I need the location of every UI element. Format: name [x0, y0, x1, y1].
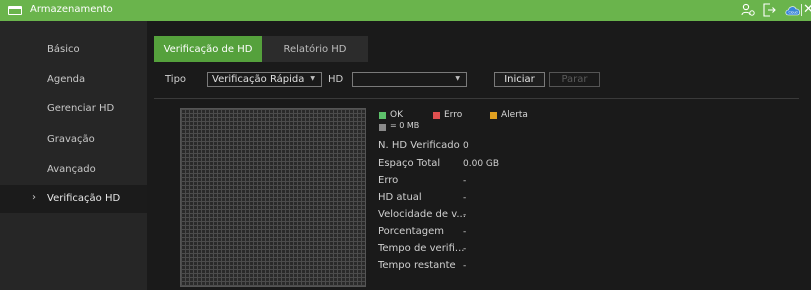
info-label: HD atual	[378, 192, 422, 203]
sidebar-item-label: Gravação	[47, 134, 95, 145]
hd-select[interactable]: ▼	[352, 72, 467, 87]
cloud-icon[interactable]: Cloud	[785, 4, 801, 16]
sidebar-item-label: Verificação HD	[47, 193, 121, 204]
title-separator	[801, 4, 802, 16]
chevron-down-icon: ▼	[310, 75, 315, 82]
user-settings-icon[interactable]	[741, 3, 755, 17]
sidebar: Básico Agenda Gerenciar HD Gravação Avan…	[0, 21, 147, 290]
start-button[interactable]: Iniciar	[494, 72, 545, 87]
window-title: Armazenamento	[30, 4, 113, 15]
legend-alert-label: Alerta	[501, 110, 528, 120]
chevron-down-icon: ▼	[455, 75, 460, 82]
ok-swatch	[379, 112, 386, 119]
info-label: Erro	[378, 175, 399, 186]
tab-label: Verificação de HD	[163, 44, 253, 55]
info-value: -	[463, 176, 467, 186]
sidebar-item-gravacao[interactable]: Gravação	[0, 126, 147, 154]
sidebar-item-gerenciar-hd[interactable]: Gerenciar HD	[0, 95, 147, 123]
sidebar-item-label: Avançado	[47, 164, 96, 175]
info-label: Tempo de verifi...	[378, 243, 465, 254]
tab-verificacao-de-hd[interactable]: Verificação de HD	[154, 36, 262, 62]
sidebar-item-label: Básico	[47, 44, 80, 55]
hd-label: HD	[328, 74, 344, 85]
info-label: Espaço Total	[378, 158, 441, 169]
sidebar-item-avancado[interactable]: Avançado	[0, 156, 147, 184]
close-icon[interactable]: ✕	[803, 2, 811, 18]
info-value: 0.00 GB	[463, 159, 500, 169]
info-value: -	[463, 261, 467, 271]
stop-button[interactable]: Parar	[549, 72, 600, 87]
title-bar: Armazenamento Cloud ✕	[0, 0, 811, 21]
chevron-right-icon: ›	[32, 192, 36, 203]
legend-unit-label: = 0 MB	[390, 121, 420, 130]
alert-swatch	[490, 112, 497, 119]
info-value: -	[463, 227, 467, 237]
disk-sector-map	[180, 108, 366, 287]
drive-icon	[8, 6, 22, 15]
info-value: -	[463, 210, 467, 220]
info-value: 0	[463, 141, 469, 151]
unit-swatch	[379, 124, 386, 131]
section-divider	[154, 98, 799, 99]
sidebar-item-label: Agenda	[47, 74, 86, 85]
type-label: Tipo	[165, 74, 187, 85]
error-swatch	[433, 112, 440, 119]
info-value: -	[463, 193, 467, 203]
sidebar-item-basico[interactable]: Básico	[0, 36, 147, 64]
tab-relatorio-hd[interactable]: Relatório HD	[262, 36, 368, 62]
legend-error-label: Erro	[444, 110, 463, 120]
sidebar-item-verificacao-hd[interactable]: › Verificação HD	[0, 185, 147, 213]
tab-label: Relatório HD	[283, 44, 347, 55]
type-select[interactable]: Verificação Rápida ▼	[207, 72, 322, 87]
info-label: N. HD Verificado	[378, 140, 460, 151]
info-label: Porcentagem	[378, 226, 444, 237]
sidebar-item-label: Gerenciar HD	[47, 103, 115, 114]
cloud-label: Cloud	[788, 11, 797, 15]
legend-ok-label: OK	[390, 110, 403, 120]
info-label: Tempo restante	[378, 260, 456, 271]
exit-icon[interactable]	[762, 3, 776, 17]
info-label: Velocidade de v...	[378, 209, 466, 220]
type-select-value: Verificação Rápida	[212, 74, 305, 85]
info-value: -	[463, 244, 467, 254]
sidebar-item-agenda[interactable]: Agenda	[0, 66, 147, 94]
